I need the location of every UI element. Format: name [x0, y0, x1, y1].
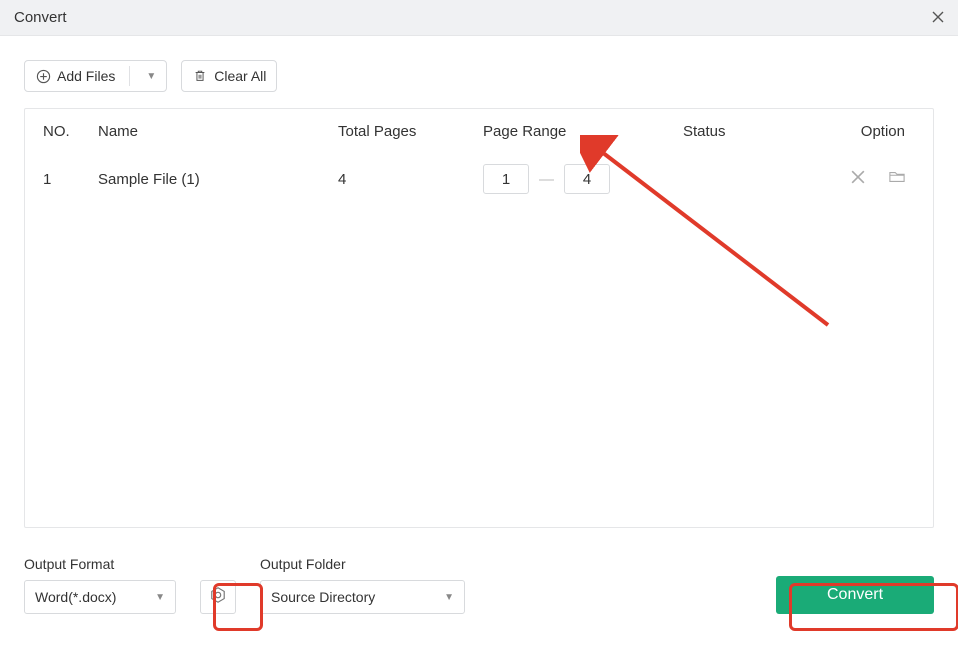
output-folder-value: Source Directory	[271, 589, 375, 605]
add-files-label: Add Files	[57, 68, 115, 84]
header-page-range: Page Range	[483, 123, 683, 140]
plus-circle-icon	[35, 68, 51, 84]
titlebar: Convert	[0, 0, 958, 36]
output-format-value: Word(*.docx)	[35, 589, 116, 605]
header-total-pages: Total Pages	[338, 123, 483, 140]
output-folder-select[interactable]: Source Directory ▼	[260, 580, 465, 614]
row-name: Sample File (1)	[98, 171, 338, 188]
clear-all-label: Clear All	[214, 68, 266, 84]
row-no: 1	[43, 171, 98, 188]
convert-label: Convert	[827, 586, 883, 604]
convert-button[interactable]: Convert	[776, 576, 934, 614]
trash-icon	[192, 68, 208, 84]
row-total-pages: 4	[338, 171, 483, 188]
row-option	[818, 170, 915, 188]
header-no: NO.	[43, 123, 98, 140]
content-area: Add Files ▼ Clear All NO. Name Total Pag…	[0, 36, 958, 638]
folder-icon[interactable]	[889, 170, 905, 188]
file-table: NO. Name Total Pages Page Range Status O…	[24, 108, 934, 528]
remove-row-icon[interactable]	[851, 170, 865, 188]
page-range-to-input[interactable]	[564, 164, 610, 194]
table-row: 1 Sample File (1) 4 —	[25, 153, 933, 205]
window-title: Convert	[14, 9, 67, 26]
gear-icon	[209, 586, 227, 609]
settings-button[interactable]	[200, 580, 236, 614]
toolbar: Add Files ▼ Clear All	[24, 60, 934, 92]
chevron-down-icon[interactable]: ▼	[140, 71, 162, 82]
output-folder-group: Output Folder Source Directory ▼	[260, 556, 465, 614]
chevron-down-icon: ▼	[444, 592, 454, 603]
range-dash: —	[539, 171, 554, 188]
output-format-select[interactable]: Word(*.docx) ▼	[24, 580, 176, 614]
footer: Output Format Word(*.docx) ▼ Output Fold…	[24, 556, 934, 614]
output-format-label: Output Format	[24, 556, 176, 572]
page-range-from-input[interactable]	[483, 164, 529, 194]
table-header: NO. Name Total Pages Page Range Status O…	[25, 109, 933, 153]
close-icon[interactable]	[932, 10, 944, 26]
row-page-range: —	[483, 164, 683, 194]
header-option: Option	[818, 123, 915, 140]
header-status: Status	[683, 123, 818, 140]
output-format-group: Output Format Word(*.docx) ▼	[24, 556, 176, 614]
clear-all-button[interactable]: Clear All	[181, 60, 277, 92]
header-name: Name	[98, 123, 338, 140]
output-folder-label: Output Folder	[260, 556, 465, 572]
add-files-button[interactable]: Add Files ▼	[24, 60, 167, 92]
separator	[129, 66, 130, 86]
chevron-down-icon: ▼	[155, 592, 165, 603]
